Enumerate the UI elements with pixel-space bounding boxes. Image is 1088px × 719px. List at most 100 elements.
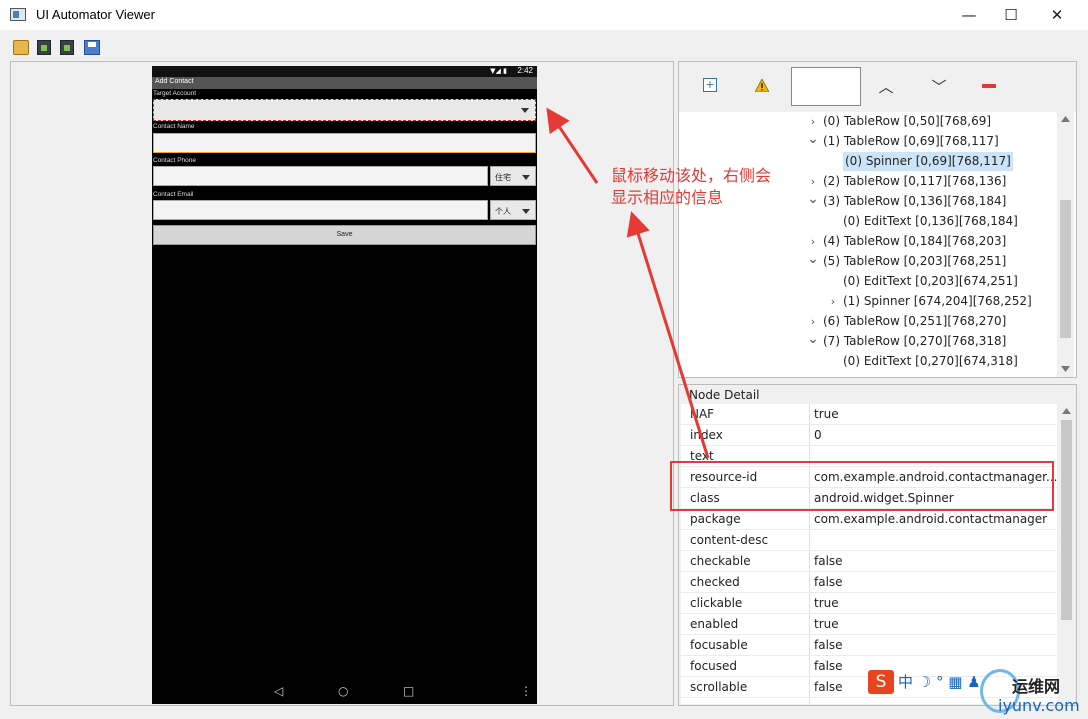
app-title: Add Contact xyxy=(155,78,194,85)
annotation-line-2: 显示相应的信息 xyxy=(611,188,724,207)
expand-icon[interactable]: › xyxy=(807,312,819,331)
detail-row[interactable]: content-desc xyxy=(681,530,1057,551)
watermark: S 中 ☽ ° ▦ ♟ 运维网 iyunv.com xyxy=(862,665,1088,719)
close-button[interactable]: ✕ xyxy=(1034,0,1080,30)
target-account-spinner[interactable] xyxy=(153,99,536,121)
tree-scrollbar-thumb[interactable] xyxy=(1060,200,1071,338)
collapse-icon[interactable]: ⌄ xyxy=(807,192,819,206)
title-bar: UI Automator Viewer — ☐ ✕ xyxy=(0,0,1088,30)
hierarchy-pane: + ︿ ﹀ › (0) TableRow [0,50][768,69] ⌄ (1) T… xyxy=(678,61,1077,378)
detail-row[interactable]: focusable false xyxy=(681,635,1057,656)
menu-icon[interactable]: ⋮ xyxy=(520,684,532,698)
contact-phone-input[interactable] xyxy=(153,166,488,186)
contact-name-input[interactable] xyxy=(153,133,536,153)
previous-node-icon[interactable]: ︿ xyxy=(876,76,896,97)
detail-value: false xyxy=(814,554,843,568)
open-folder-icon[interactable] xyxy=(13,40,29,55)
tree-node[interactable]: (5) TableRow [0,203][768,251] xyxy=(823,252,1006,271)
recents-icon[interactable]: □ xyxy=(403,684,414,698)
detail-key: clickable xyxy=(690,596,743,610)
tree-node[interactable]: (2) TableRow [0,117][768,136] xyxy=(823,172,1006,191)
annotation-text: 鼠标移动该处，右侧会 显示相应的信息 xyxy=(611,165,771,209)
tree-scrollbar[interactable] xyxy=(1057,112,1074,377)
detail-row[interactable]: clickable true xyxy=(681,593,1057,614)
expand-icon[interactable]: › xyxy=(807,112,819,131)
detail-row[interactable]: NAF true xyxy=(681,404,1057,425)
tree-node[interactable]: (7) TableRow [0,270][768,318] xyxy=(823,332,1006,351)
detail-value: false xyxy=(814,659,843,673)
device-screenshot-icon[interactable] xyxy=(37,40,51,55)
status-time: 2:42 xyxy=(517,66,533,75)
sogou-ime-icon: S xyxy=(868,670,894,694)
tree-node[interactable]: (4) TableRow [0,184][768,203] xyxy=(823,232,1006,251)
phone-status-bar: ▼◢ ▮ 2:42 xyxy=(152,66,537,77)
detail-row[interactable]: checkable false xyxy=(681,551,1057,572)
save-icon[interactable] xyxy=(84,40,100,55)
tree-node[interactable]: (1) Spinner [674,204][768,252] xyxy=(843,292,1032,311)
detail-value: true xyxy=(814,617,839,631)
field-label-target-account: Target Account xyxy=(153,90,196,97)
detail-key: checked xyxy=(690,575,740,589)
tree-node[interactable]: (0) EditText [0,270][674,318] xyxy=(843,352,1018,371)
detail-value: true xyxy=(814,596,839,610)
detail-key: index xyxy=(690,428,723,442)
annotation-line-1: 鼠标移动该处，右侧会 xyxy=(611,166,772,185)
home-icon[interactable]: ○ xyxy=(338,684,348,698)
maximize-button[interactable]: ☐ xyxy=(988,0,1034,30)
status-icons: ▼◢ ▮ xyxy=(490,67,507,75)
detail-key: focusable xyxy=(690,638,748,652)
ui-automator-window: UI Automator Viewer — ☐ ✕ ▼◢ ▮ 2:42 Add … xyxy=(0,0,1088,719)
detail-value: com.example.android.contactmanager xyxy=(814,512,1048,526)
detail-row[interactable]: checked false xyxy=(681,572,1057,593)
clear-search-icon[interactable] xyxy=(982,84,996,88)
detail-key: content-desc xyxy=(690,533,769,547)
detail-scroll-up-icon[interactable] xyxy=(1062,408,1071,414)
node-detail-pane: Node Detail NAF true index 0 text resource-id… xyxy=(678,384,1077,706)
device-screenshot-compressed-icon[interactable] xyxy=(60,40,74,55)
collapse-icon[interactable]: ⌄ xyxy=(807,252,819,266)
main-toolbar xyxy=(0,30,1088,60)
expand-icon[interactable]: › xyxy=(807,232,819,251)
ime-toolbar: 中 ☽ ° ▦ ♟ xyxy=(898,673,981,691)
phone-app-bar: Add Contact xyxy=(152,77,537,89)
detail-value: true xyxy=(814,407,839,421)
watermark-url: iyunv.com xyxy=(998,696,1080,715)
tree-node[interactable]: (3) TableRow [0,136][768,184] xyxy=(823,192,1006,211)
tree-node[interactable]: (0) EditText [0,203][674,251] xyxy=(843,272,1018,291)
tree-node[interactable]: (0) EditText [0,136][768,184] xyxy=(843,212,1018,231)
scroll-down-icon[interactable] xyxy=(1061,366,1070,372)
detail-key: enabled xyxy=(690,617,739,631)
next-node-icon[interactable]: ﹀ xyxy=(929,76,949,97)
detail-row[interactable]: package com.example.android.contactmanage… xyxy=(681,509,1057,530)
tree-node[interactable]: (1) TableRow [0,69][768,117] xyxy=(823,132,999,151)
collapse-icon[interactable]: ⌄ xyxy=(807,332,819,346)
detail-value: 0 xyxy=(814,428,822,442)
detail-scrollbar-thumb[interactable] xyxy=(1061,420,1072,620)
tree-node[interactable]: (0) Spinner [0,69][768,117] xyxy=(843,152,1013,171)
detail-scrollbar[interactable] xyxy=(1058,404,1075,704)
device-screenshot[interactable]: ▼◢ ▮ 2:42 Add Contact Target Account Con… xyxy=(152,66,537,704)
phone-type-spinner[interactable]: 住宅 xyxy=(490,166,536,186)
detail-row[interactable]: enabled true xyxy=(681,614,1057,635)
back-icon[interactable]: ◁ xyxy=(274,684,283,698)
window-title: UI Automator Viewer xyxy=(36,7,155,22)
email-type-spinner[interactable]: 个人 xyxy=(490,200,536,220)
expand-icon[interactable]: › xyxy=(807,172,819,191)
hierarchy-tree: › (0) TableRow [0,50][768,69] ⌄ (1) TableRo… xyxy=(679,112,1057,377)
collapse-icon[interactable]: ⌄ xyxy=(807,132,819,146)
detail-key: package xyxy=(690,512,741,526)
scroll-up-icon[interactable] xyxy=(1061,116,1070,122)
contact-email-input[interactable] xyxy=(153,200,488,220)
detail-row[interactable]: index 0 xyxy=(681,425,1057,446)
field-label-contact-name: Contact Name xyxy=(153,123,195,130)
node-search-box[interactable] xyxy=(791,67,861,106)
minimize-button[interactable]: — xyxy=(946,0,992,30)
expand-icon[interactable]: › xyxy=(827,292,839,311)
warning-icon[interactable] xyxy=(755,79,769,92)
detail-value: false xyxy=(814,575,843,589)
expand-all-icon[interactable]: + xyxy=(703,78,717,92)
save-contact-button[interactable]: Save xyxy=(153,225,536,245)
phone-nav-bar: ◁ ○ □ ⋮ xyxy=(152,678,537,704)
tree-node[interactable]: (6) TableRow [0,251][768,270] xyxy=(823,312,1006,331)
tree-node[interactable]: (0) TableRow [0,50][768,69] xyxy=(823,112,991,131)
